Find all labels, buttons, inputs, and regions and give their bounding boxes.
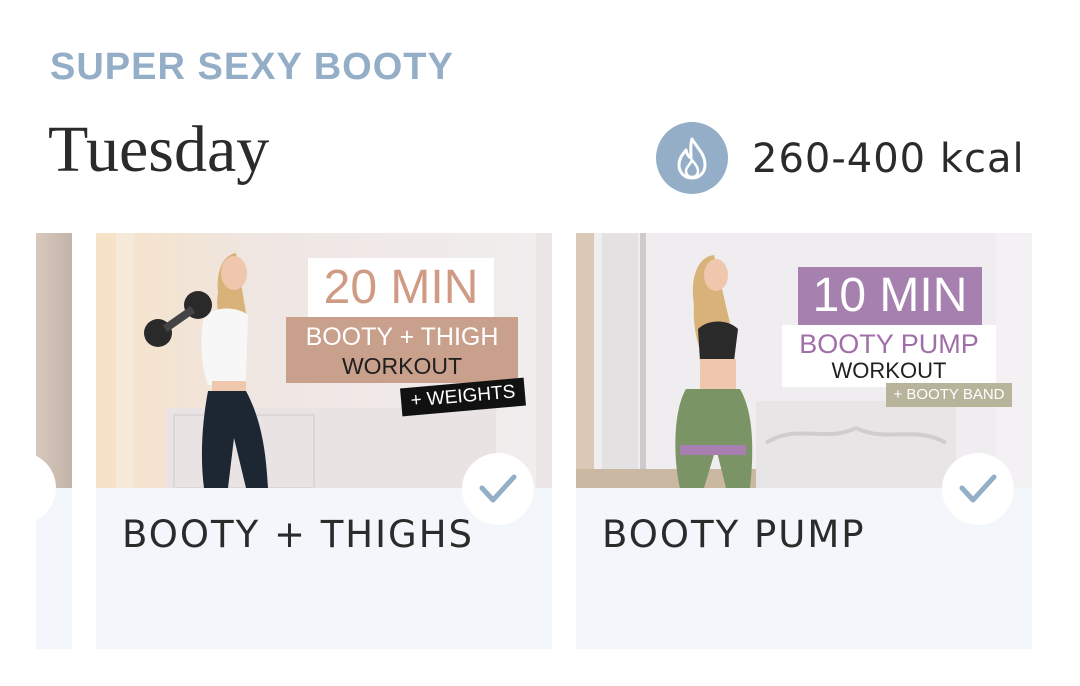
thumbnail-caption: BOOTY + THIGH WORKOUT: [286, 317, 518, 383]
kcal-range: 260-400 kcal: [752, 136, 1025, 182]
flame-icon: [656, 122, 728, 194]
workout-title: BOOTY PUMP: [602, 513, 866, 556]
workout-card-booty-pump[interactable]: 10 MIN BOOTY PUMP WORKOUT + BOOTY BAND B…: [576, 233, 1032, 649]
completed-check-icon[interactable]: [942, 453, 1014, 525]
thumbnail-caption-line2: WORKOUT: [831, 358, 947, 383]
thumbnail-caption-line1: BOOTY + THIGH: [305, 323, 499, 351]
day-title: Tuesday: [48, 113, 270, 186]
thumbnail-caption-line2: WORKOUT: [341, 353, 463, 379]
workout-thumbnail: 20 MIN BOOTY + THIGH WORKOUT + WEIGHTS: [96, 233, 552, 488]
thumbnail-duration: 20 MIN: [308, 258, 494, 318]
thumbnail-caption-line1: BOOTY PUMP: [799, 329, 979, 359]
workout-thumbnail: 10 MIN BOOTY PUMP WORKOUT + BOOTY BAND: [576, 233, 1032, 488]
thumbnail-duration: 10 MIN: [798, 267, 982, 325]
workout-card-booty-thighs[interactable]: 20 MIN BOOTY + THIGH WORKOUT + WEIGHTS B…: [96, 233, 552, 649]
thumbnail-equipment-tag: + BOOTY BAND: [886, 383, 1012, 407]
workout-title: BOOTY + THIGHS: [122, 513, 475, 556]
workout-thumbnail: [36, 233, 72, 488]
program-title: SUPER SEXY BOOTY: [50, 46, 454, 88]
workout-card-previous[interactable]: [36, 233, 72, 649]
thumbnail-caption: BOOTY PUMP WORKOUT: [782, 325, 996, 387]
